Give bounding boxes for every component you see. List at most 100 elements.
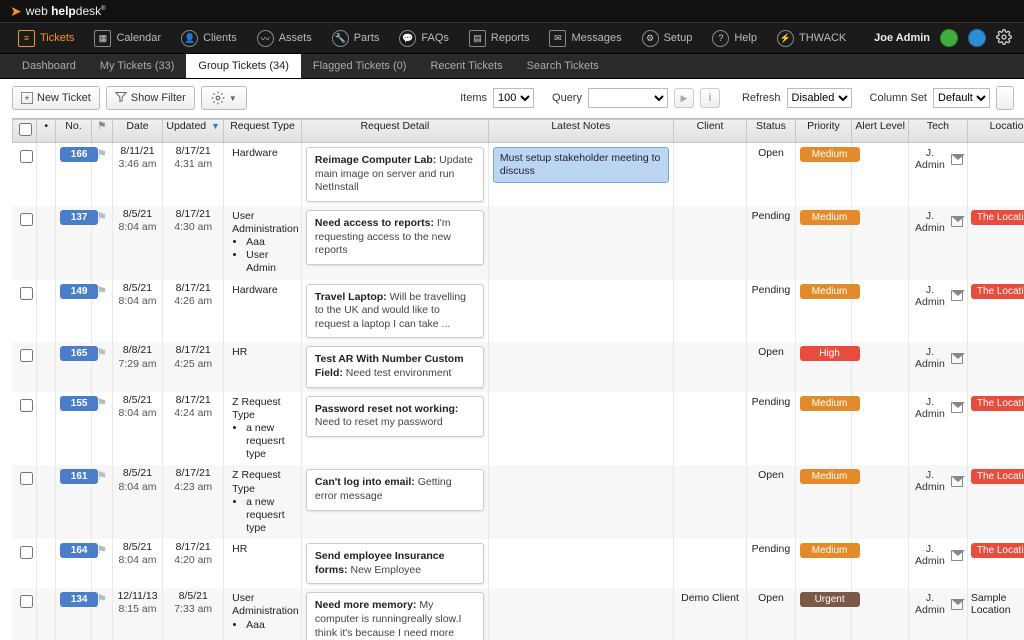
table-row[interactable]: 137⚑8/5/218:04 am8/17/214:30 amUser Admi… xyxy=(12,206,1024,280)
created-date: 8/5/218:04 am xyxy=(113,392,163,466)
mail-icon[interactable] xyxy=(951,154,963,165)
flag-toggle-icon[interactable]: ⚑ xyxy=(96,346,107,360)
query-info-button[interactable]: i xyxy=(700,88,720,108)
columnset-extra-button[interactable] xyxy=(996,86,1014,110)
col-header[interactable]: Status xyxy=(747,119,795,143)
col-header[interactable]: Latest Notes xyxy=(489,119,674,143)
col-header[interactable]: • xyxy=(37,119,56,143)
nav-assets[interactable]: 〰Assets xyxy=(247,23,322,53)
gear-dropdown-button[interactable]: ▼ xyxy=(201,86,247,110)
new-ticket-button[interactable]: + New Ticket xyxy=(12,86,100,110)
row-select-checkbox[interactable] xyxy=(20,349,33,362)
row-select-checkbox[interactable] xyxy=(20,546,33,559)
request-detail-card[interactable]: Test AR With Number Custom Field: Need t… xyxy=(306,346,484,387)
request-detail-card[interactable]: Travel Laptop: Will be travelling to the… xyxy=(306,284,484,339)
flag-toggle-icon[interactable]: ⚑ xyxy=(96,592,107,606)
mail-icon[interactable] xyxy=(951,290,963,301)
ticket-number-badge[interactable]: 155 xyxy=(60,396,98,411)
col-header[interactable] xyxy=(12,119,37,143)
ticket-number-badge[interactable]: 165 xyxy=(60,346,98,361)
created-date: 8/5/218:04 am xyxy=(113,206,163,280)
updated-date: 8/17/214:20 am xyxy=(163,539,224,588)
refresh-select[interactable]: Disabled xyxy=(787,88,852,108)
flag-toggle-icon[interactable]: ⚑ xyxy=(96,147,107,161)
col-header[interactable]: Date xyxy=(113,119,163,143)
subtab-mytickets[interactable]: My Tickets (33) xyxy=(88,54,187,78)
ticket-number-badge[interactable]: 137 xyxy=(60,210,98,225)
nav-thwack[interactable]: ⚡THWACK xyxy=(767,23,856,53)
priority-badge: Medium xyxy=(800,210,860,225)
mail-icon[interactable] xyxy=(951,550,963,561)
col-header[interactable]: ⚑ xyxy=(92,119,113,143)
items-per-page-select[interactable]: 100 xyxy=(493,88,534,108)
table-row[interactable]: 164⚑8/5/218:04 am8/17/214:20 amHRSend em… xyxy=(12,539,1024,588)
flag-toggle-icon[interactable]: ⚑ xyxy=(96,469,107,483)
nav-reports[interactable]: ▤Reports xyxy=(459,23,540,53)
col-header[interactable]: Location xyxy=(968,119,1024,143)
mail-icon[interactable] xyxy=(951,353,963,364)
nav-faqs[interactable]: 💬FAQs xyxy=(389,23,459,53)
request-detail-card[interactable]: Need more memory: My computer is running… xyxy=(306,592,484,640)
mail-icon[interactable] xyxy=(951,216,963,227)
row-select-checkbox[interactable] xyxy=(20,399,33,412)
row-select-checkbox[interactable] xyxy=(20,287,33,300)
select-all-checkbox[interactable] xyxy=(19,123,32,136)
nav-help[interactable]: ?Help xyxy=(702,23,767,53)
subtab-flagged[interactable]: Flagged Tickets (0) xyxy=(301,54,419,78)
table-row[interactable]: 149⚑8/5/218:04 am8/17/214:26 amHardwareT… xyxy=(12,280,1024,343)
mail-icon[interactable] xyxy=(951,402,963,413)
col-header[interactable]: Tech xyxy=(909,119,968,143)
col-header[interactable]: No. xyxy=(56,119,92,143)
mail-icon[interactable] xyxy=(951,476,963,487)
flag-toggle-icon[interactable]: ⚑ xyxy=(96,543,107,557)
col-header[interactable]: Alert Level xyxy=(852,119,909,143)
col-header[interactable]: Client xyxy=(674,119,748,143)
priority-badge: Medium xyxy=(800,284,860,299)
ticket-number-badge[interactable]: 149 xyxy=(60,284,98,299)
subtab-search[interactable]: Search Tickets xyxy=(515,54,611,78)
request-detail-card[interactable]: Password reset not working: Need to rese… xyxy=(306,396,484,437)
table-row[interactable]: 165⚑8/8/217:29 am8/17/214:25 amHRTest AR… xyxy=(12,342,1024,391)
subtab-grouptickets[interactable]: Group Tickets (34) xyxy=(186,54,300,78)
subtab-dashboard[interactable]: Dashboard xyxy=(10,54,88,78)
presence-indicator-icon[interactable] xyxy=(940,29,958,47)
query-run-button[interactable]: ▶ xyxy=(674,88,694,108)
request-detail-card[interactable]: Reimage Computer Lab: Update main image … xyxy=(306,147,484,202)
query-select[interactable] xyxy=(588,88,668,108)
flag-toggle-icon[interactable]: ⚑ xyxy=(96,396,107,410)
ticket-number-badge[interactable]: 164 xyxy=(60,543,98,558)
user-avatar-icon[interactable] xyxy=(968,29,986,47)
nav-tickets[interactable]: ≡Tickets xyxy=(8,23,84,53)
columnset-select[interactable]: Default xyxy=(933,88,990,108)
ticket-number-badge[interactable]: 161 xyxy=(60,469,98,484)
row-select-checkbox[interactable] xyxy=(20,213,33,226)
settings-gear-icon[interactable] xyxy=(996,29,1012,48)
show-filter-button[interactable]: Show Filter xyxy=(106,86,195,110)
table-row[interactable]: 161⚑8/5/218:04 am8/17/214:23 amZ Request… xyxy=(12,465,1024,539)
col-header[interactable]: Request Type xyxy=(224,119,302,143)
request-detail-card[interactable]: Send employee Insurance forms: New Emplo… xyxy=(306,543,484,584)
subtab-recent[interactable]: Recent Tickets xyxy=(418,54,514,78)
nav-parts[interactable]: 🔧Parts xyxy=(322,23,390,53)
mail-icon[interactable] xyxy=(951,599,963,610)
col-header[interactable]: Priority xyxy=(796,119,853,143)
ticket-number-badge[interactable]: 166 xyxy=(60,147,98,162)
row-select-checkbox[interactable] xyxy=(20,595,33,608)
table-row[interactable]: 166⚑8/11/213:46 am8/17/214:31 amHardware… xyxy=(12,143,1024,206)
latest-note[interactable]: Must setup stakeholder meeting to discus… xyxy=(493,147,669,183)
nav-calendar[interactable]: ▦Calendar xyxy=(84,23,171,53)
row-select-checkbox[interactable] xyxy=(20,472,33,485)
col-header[interactable]: Request Detail xyxy=(302,119,489,143)
request-detail-card[interactable]: Need access to reports: I'm requesting a… xyxy=(306,210,484,265)
flag-toggle-icon[interactable]: ⚑ xyxy=(96,210,107,224)
nav-setup[interactable]: ⚙Setup xyxy=(632,23,703,53)
row-select-checkbox[interactable] xyxy=(20,150,33,163)
flag-toggle-icon[interactable]: ⚑ xyxy=(96,284,107,298)
nav-messages[interactable]: ✉Messages xyxy=(539,23,631,53)
request-detail-card[interactable]: Can't log into email: Getting error mess… xyxy=(306,469,484,510)
table-row[interactable]: 155⚑8/5/218:04 am8/17/214:24 amZ Request… xyxy=(12,392,1024,466)
table-row[interactable]: 134⚑12/11/138:15 am8/5/217:33 amUser Adm… xyxy=(12,588,1024,640)
col-header[interactable]: Updated ▼ xyxy=(163,119,224,143)
nav-clients[interactable]: 👤Clients xyxy=(171,23,247,53)
ticket-number-badge[interactable]: 134 xyxy=(60,592,98,607)
